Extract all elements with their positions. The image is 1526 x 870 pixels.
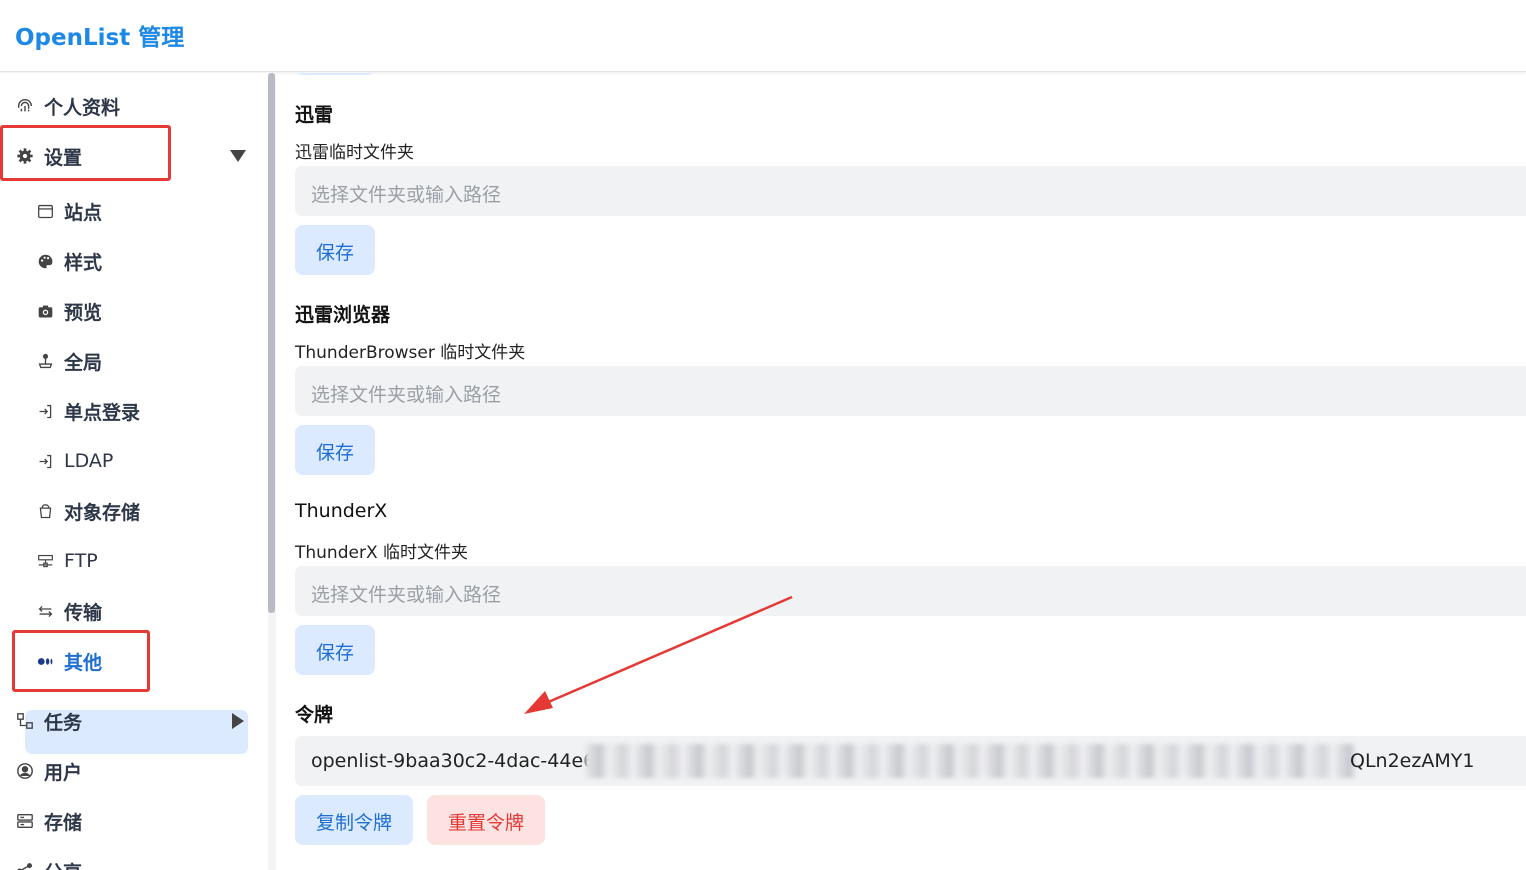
previous-save-button-partial[interactable] <box>295 73 375 75</box>
sidebar-item-style[interactable]: 样式 <box>34 241 102 281</box>
sidebar-item-storage[interactable]: 存储 <box>14 801 82 841</box>
login-icon <box>34 400 56 422</box>
top-header: OpenList 管理 <box>0 0 1526 72</box>
sidebar-item-transfer[interactable]: 传输 <box>34 591 102 631</box>
sidebar-item-users[interactable]: 用户 <box>14 751 82 791</box>
token-redacted-blur <box>585 744 1355 778</box>
annotation-highlight-settings <box>0 125 171 181</box>
palette-icon <box>34 250 56 272</box>
transfer-icon <box>34 600 56 622</box>
section-title-thunderbrowser: 迅雷浏览器 <box>295 304 391 326</box>
sidebar-item-label: 单点登录 <box>64 401 141 424</box>
fingerprint-icon <box>14 95 36 117</box>
camera-icon <box>34 300 56 322</box>
chevron-down-icon[interactable] <box>230 150 246 162</box>
sidebar-item-object-storage[interactable]: 对象存储 <box>34 491 140 531</box>
token-value-end: QLn2ezAMY1 <box>1350 750 1475 772</box>
token-input[interactable]: openlist-9baa30c2-4dac-44e6 QLn2ezAMY1 <box>295 736 1526 786</box>
reset-token-button[interactable]: 重置令牌 <box>427 795 546 845</box>
user-circle-icon <box>14 760 36 782</box>
sidebar-item-label: 存储 <box>44 811 83 834</box>
sidebar-item-label: 全局 <box>64 351 103 374</box>
sidebar-item-label: 传输 <box>64 601 103 624</box>
login-icon <box>34 450 56 472</box>
joystick-icon <box>34 350 56 372</box>
network-icon <box>34 550 56 572</box>
window-icon <box>34 200 56 222</box>
save-button-thunderx[interactable]: 保存 <box>295 625 376 675</box>
thunderbrowser-temp-dir-input[interactable]: 选择文件夹或输入路径 <box>295 366 1526 416</box>
sidebar-item-label: 预览 <box>64 301 103 324</box>
sidebar-item-ldap[interactable]: LDAP <box>34 441 113 481</box>
flow-icon <box>14 710 36 732</box>
sidebar-item-profile[interactable]: 个人资料 <box>14 86 120 126</box>
main-content: 迅雷 迅雷临时文件夹 选择文件夹或输入路径 保存 迅雷浏览器 ThunderBr… <box>276 73 1526 870</box>
xunlei-temp-dir-input[interactable]: 选择文件夹或输入路径 <box>295 166 1526 216</box>
sidebar-item-label: FTP <box>64 550 98 572</box>
token-value-start: openlist-9baa30c2-4dac-44e6 <box>311 750 596 772</box>
save-button-xunlei[interactable]: 保存 <box>295 225 376 275</box>
sidebar-item-label: 个人资料 <box>44 96 121 119</box>
chevron-right-icon[interactable] <box>232 713 244 729</box>
sidebar-item-label: LDAP <box>64 450 114 472</box>
thunderx-temp-dir-input[interactable]: 选择文件夹或输入路径 <box>295 566 1526 616</box>
field-label-thunderbrowser-temp: ThunderBrowser 临时文件夹 <box>295 343 526 363</box>
sidebar-item-sso[interactable]: 单点登录 <box>34 391 140 431</box>
bucket-icon <box>34 500 56 522</box>
sidebar-item-site[interactable]: 站点 <box>34 191 102 231</box>
section-title-thunderx: ThunderX <box>295 500 388 522</box>
sidebar-item-label: 分享 <box>44 858 82 870</box>
share-icon <box>14 860 36 870</box>
database-icon <box>14 810 36 832</box>
sidebar-item-tasks[interactable]: 任务 <box>14 701 82 741</box>
app-title[interactable]: OpenList 管理 <box>15 18 184 52</box>
field-label-thunderx-temp: ThunderX 临时文件夹 <box>295 543 468 563</box>
sidebar-item-label: 对象存储 <box>64 501 141 524</box>
copy-token-button[interactable]: 复制令牌 <box>295 795 414 845</box>
sidebar-item-label: 任务 <box>44 711 83 734</box>
sidebar-item-label: 样式 <box>64 251 103 274</box>
annotation-highlight-other <box>12 630 150 692</box>
sidebar-item-global[interactable]: 全局 <box>34 341 102 381</box>
section-title-token: 令牌 <box>295 704 334 726</box>
section-title-xunlei: 迅雷 <box>295 104 334 126</box>
field-label-xunlei-temp: 迅雷临时文件夹 <box>295 143 414 163</box>
sidebar-item-label: 用户 <box>44 761 83 784</box>
sidebar-item-ftp[interactable]: FTP <box>34 541 98 581</box>
sidebar-scrollbar-thumb[interactable] <box>268 73 275 613</box>
sidebar: 个人资料 设置 站点 样式 预览 全局 单点登录 LDAP 对象存储 FTP 传… <box>0 73 268 870</box>
sidebar-item-share[interactable]: 分享 <box>14 851 82 870</box>
save-button-thunderbrowser[interactable]: 保存 <box>295 425 376 475</box>
sidebar-item-label: 站点 <box>64 201 103 224</box>
sidebar-item-preview[interactable]: 预览 <box>34 291 102 331</box>
